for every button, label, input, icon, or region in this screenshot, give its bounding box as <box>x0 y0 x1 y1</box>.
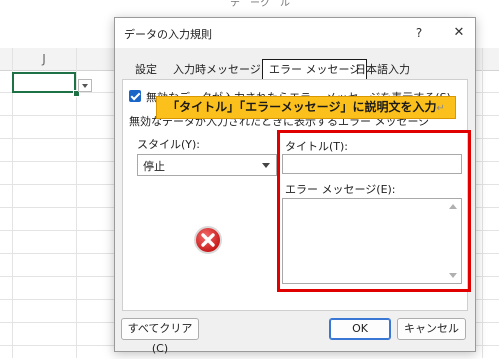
gridline <box>482 48 483 358</box>
style-select-value: 停止 <box>143 160 165 173</box>
return-mark-icon: ↵ <box>436 103 445 114</box>
instruction-callout: 「タイトル」「エラーメッセージ」に説明文を入力↵ <box>156 96 456 119</box>
ok-button[interactable]: OK <box>329 318 391 340</box>
dialog-title: データの入力規則 <box>124 28 212 41</box>
active-cell[interactable] <box>12 72 76 93</box>
show-error-checkbox[interactable] <box>129 90 141 102</box>
error-stop-icon <box>194 226 222 254</box>
top-fragment-text: テ゛ーク゛ル <box>230 0 290 9</box>
gridline <box>12 48 13 358</box>
cancel-button[interactable]: キャンセル <box>397 318 466 340</box>
close-button[interactable]: ✕ <box>449 23 469 43</box>
tab-settings[interactable]: 設定 <box>128 59 164 79</box>
tab-input-message[interactable]: 入力時メッセージ <box>166 59 268 79</box>
chevron-down-icon <box>262 163 270 168</box>
style-label: スタイル(Y): <box>137 138 201 151</box>
dialog-title-bar: データの入力規則 ? ✕ <box>115 18 475 48</box>
style-select[interactable]: 停止 <box>137 154 277 176</box>
clear-all-button[interactable]: すべてクリア(C) <box>121 318 199 355</box>
column-header-j[interactable]: J <box>12 48 76 70</box>
callout-text: 「タイトル」「エラーメッセージ」に説明文を入力 <box>167 100 437 114</box>
highlight-box <box>277 130 471 292</box>
cell-dropdown-button[interactable] <box>78 79 92 92</box>
top-strip: テ゛ーク゛ル <box>0 0 499 10</box>
tab-japanese-input[interactable]: 日本語入力 <box>348 59 417 79</box>
help-button[interactable]: ? <box>409 23 429 43</box>
